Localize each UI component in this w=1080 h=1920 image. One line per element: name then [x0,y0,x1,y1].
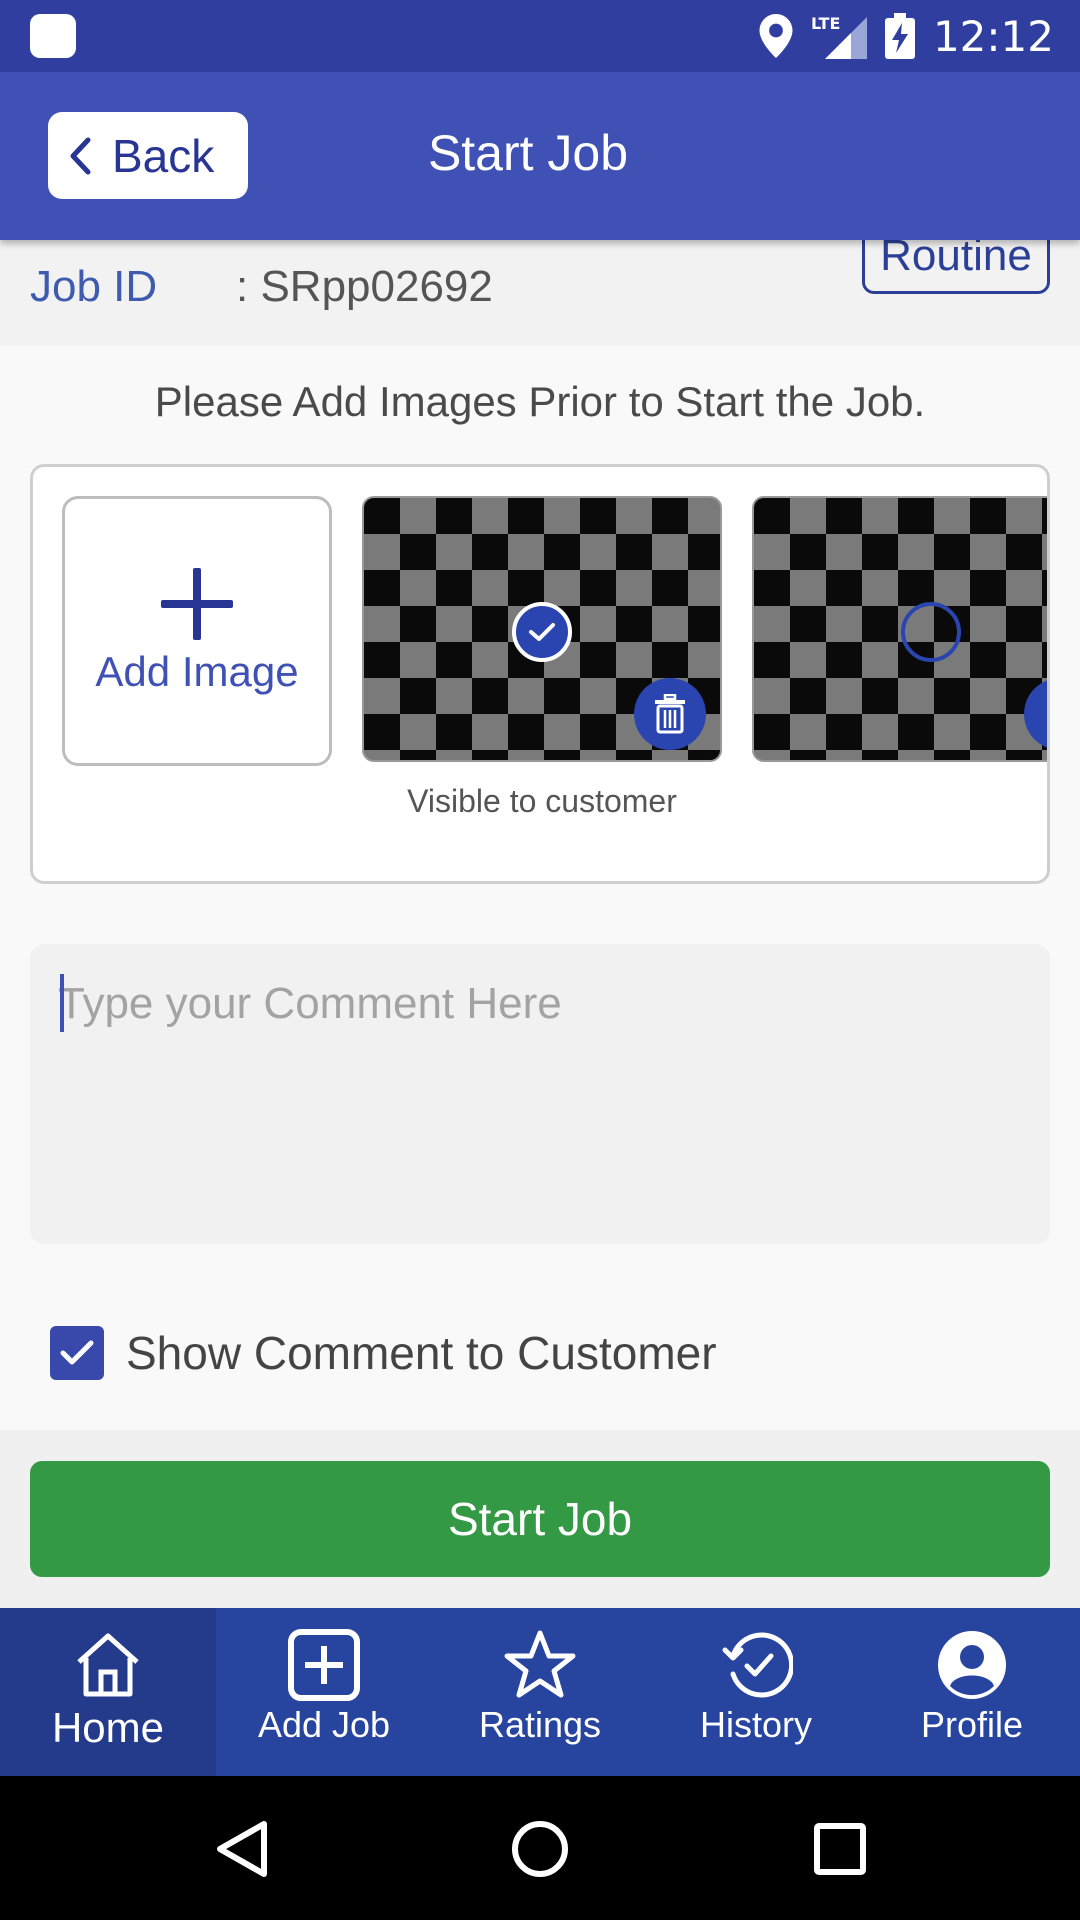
add-image-button[interactable]: Add Image [62,496,332,766]
image-select-toggle[interactable] [512,602,572,662]
show-comment-checkbox[interactable] [50,1326,104,1380]
lte-signal-icon: LTE [811,14,867,59]
status-bar: LTE 12:12 [0,0,1080,72]
nav-label-add-job: Add Job [257,1704,391,1745]
back-triangle-icon[interactable] [212,1818,272,1880]
delete-image-button[interactable] [634,678,706,750]
add-box-icon [288,1629,360,1701]
bottom-navigation: Home Add Job Ratings History Profile [0,1608,1080,1776]
home-icon [77,1633,139,1697]
status-indicators: LTE 12:12 [759,0,1054,72]
job-info-row: Job ID : SRpp02692 Routine [0,220,1080,346]
system-navigation-bar [0,1776,1080,1920]
nav-item-history[interactable]: History [648,1608,864,1776]
trash-icon [655,694,685,734]
job-id-label: Job ID [30,262,158,311]
text-cursor [60,974,64,1032]
nav-item-profile[interactable]: Profile [864,1608,1080,1776]
image-gallery[interactable]: Add Image Visible to customer [30,464,1050,884]
page-title: Start Job [427,125,629,181]
history-icon [722,1632,793,1698]
job-id-value: : SRpp02692 [236,262,493,311]
home-circle-icon[interactable] [510,1818,570,1880]
image-instruction: Please Add Images Prior to Start the Job… [154,378,926,425]
image-thumbnail[interactable] [362,496,722,762]
comment-box[interactable] [30,944,1050,1244]
app-notification-icon [30,14,76,58]
star-icon [504,1630,576,1698]
start-job-button[interactable]: Start Job [30,1461,1050,1577]
add-image-label: Add Image [95,648,299,695]
visibility-caption: Visible to customer [407,783,677,819]
battery-charging-icon [884,13,915,59]
image-select-toggle[interactable] [901,602,961,662]
nav-item-ratings[interactable]: Ratings [432,1608,648,1776]
nav-item-add-job[interactable]: Add Job [216,1608,432,1776]
comment-input[interactable] [58,974,1018,1034]
show-comment-toggle[interactable]: Show Comment to Customer [50,1322,717,1384]
image-thumbnail[interactable] [752,496,1047,762]
svg-text:LTE: LTE [811,14,840,33]
location-icon [759,14,793,58]
show-comment-label: Show Comment to Customer [126,1327,717,1379]
delete-image-button[interactable] [1024,678,1047,750]
status-time: 12:12 [932,11,1054,61]
nav-label-profile: Profile [920,1704,1024,1745]
check-icon [529,623,555,641]
nav-label-home: Home [51,1704,165,1751]
check-icon [60,1340,94,1365]
nav-label-ratings: Ratings [478,1704,602,1745]
profile-icon [938,1631,1006,1699]
nav-label-history: History [699,1704,812,1745]
plus-icon [161,568,233,640]
nav-item-home[interactable]: Home [0,1608,216,1776]
app-bar: Back Start Job [0,72,1080,240]
recents-square-icon[interactable] [812,1818,868,1880]
